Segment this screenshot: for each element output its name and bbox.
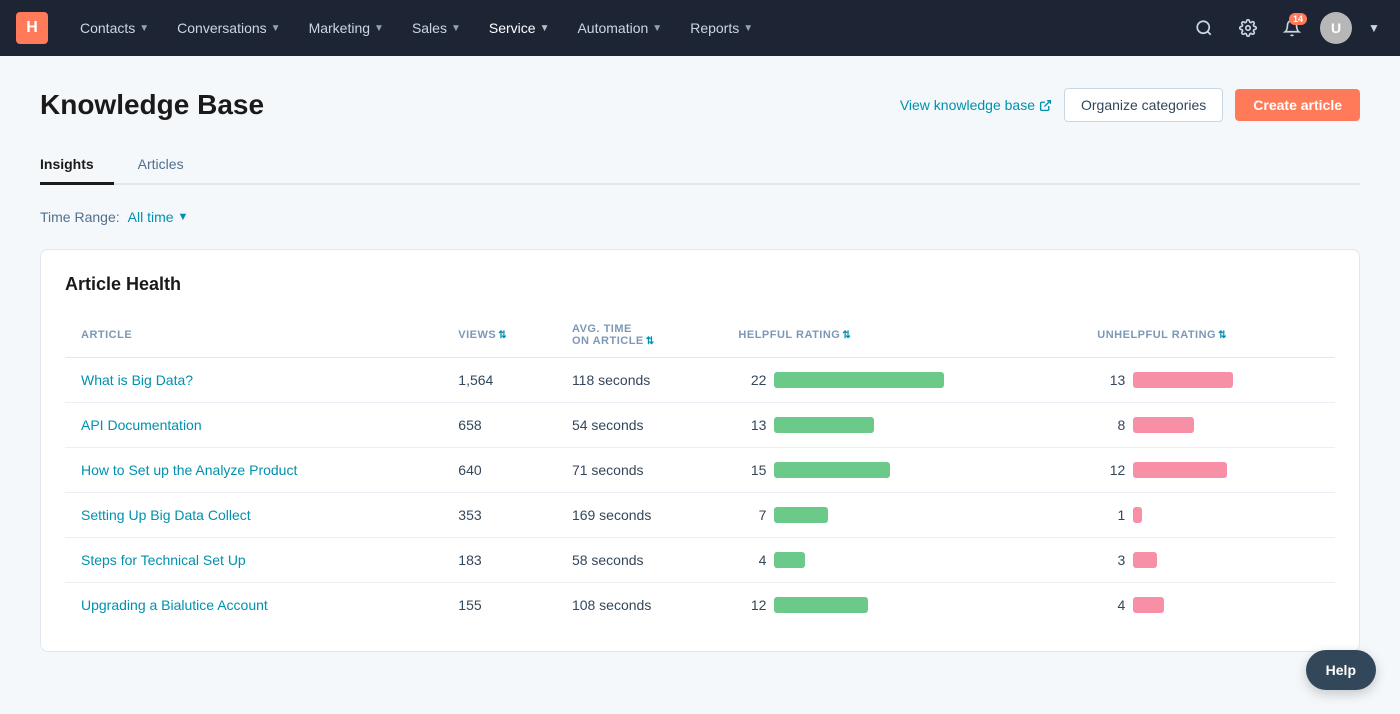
views-cell: 640 [446, 448, 560, 493]
article-link[interactable]: Setting Up Big Data Collect [81, 507, 251, 523]
views-cell: 155 [446, 583, 560, 628]
col-header-helpful-rating[interactable]: HELPFUL RATING⇅ [726, 315, 1085, 358]
notification-badge: 14 [1289, 13, 1307, 25]
article-health-table: ARTICLEVIEWS⇅AVG. TIMEON ARTICLE⇅HELPFUL… [65, 315, 1335, 627]
article-link[interactable]: Upgrading a Bialutice Account [81, 597, 268, 613]
article-link[interactable]: What is Big Data? [81, 372, 193, 388]
topnav-item-sales[interactable]: Sales▼ [400, 14, 473, 42]
views-cell: 658 [446, 403, 560, 448]
avg-time-cell: 169 seconds [560, 493, 726, 538]
sort-icon: ⇅ [842, 330, 851, 341]
topnav: H Contacts▼Conversations▼Marketing▼Sales… [0, 0, 1400, 56]
unhelpful-rating-cell: 13 [1085, 358, 1335, 403]
table-row: Upgrading a Bialutice Account 155108 seco… [65, 583, 1335, 628]
col-header-unhelpful-rating[interactable]: UNHELPFUL RATING⇅ [1085, 315, 1335, 358]
table-row: Setting Up Big Data Collect 353169 second… [65, 493, 1335, 538]
avatar[interactable]: U [1320, 12, 1352, 44]
notifications-icon-btn[interactable]: 14 [1276, 12, 1308, 44]
unhelpful-rating-cell: 1 [1085, 493, 1335, 538]
helpful-rating-cell: 4 [726, 538, 1085, 583]
settings-icon-btn[interactable] [1232, 12, 1264, 44]
table-row: How to Set up the Analyze Product 64071 s… [65, 448, 1335, 493]
helpful-rating-cell: 12 [726, 583, 1085, 628]
sort-icon: ⇅ [498, 330, 507, 341]
time-range-chevron-icon: ▼ [178, 211, 189, 223]
topnav-item-automation[interactable]: Automation▼ [565, 14, 674, 42]
col-header-avg--time-on-article[interactable]: AVG. TIMEON ARTICLE⇅ [560, 315, 726, 358]
chevron-down-icon: ▼ [271, 23, 281, 34]
col-header-views[interactable]: VIEWS⇅ [446, 315, 560, 358]
account-chevron-icon[interactable]: ▼ [1364, 12, 1384, 44]
unhelpful-rating-cell: 8 [1085, 403, 1335, 448]
article-link[interactable]: Steps for Technical Set Up [81, 552, 246, 568]
view-knowledge-base-link[interactable]: View knowledge base [900, 97, 1052, 113]
search-icon-btn[interactable] [1188, 12, 1220, 44]
topnav-item-service[interactable]: Service▼ [477, 14, 562, 42]
table-row: What is Big Data? 1,564118 seconds2213 [65, 358, 1335, 403]
avg-time-cell: 58 seconds [560, 538, 726, 583]
page-header-actions: View knowledge base Organize categories … [900, 88, 1360, 122]
sort-icon: ⇅ [646, 336, 655, 347]
helpful-rating-cell: 13 [726, 403, 1085, 448]
time-range-select[interactable]: All time ▼ [128, 209, 189, 225]
chevron-down-icon: ▼ [451, 23, 461, 34]
nav-items: Contacts▼Conversations▼Marketing▼Sales▼S… [68, 14, 1188, 42]
topnav-item-conversations[interactable]: Conversations▼ [165, 14, 292, 42]
chevron-down-icon: ▼ [139, 23, 149, 34]
unhelpful-rating-cell: 4 [1085, 583, 1335, 628]
chevron-down-icon: ▼ [374, 23, 384, 34]
time-range-row: Time Range: All time ▼ [40, 209, 1360, 225]
table-row: Steps for Technical Set Up 18358 seconds4… [65, 538, 1335, 583]
avg-time-cell: 108 seconds [560, 583, 726, 628]
table-row: API Documentation 65854 seconds138 [65, 403, 1335, 448]
views-cell: 353 [446, 493, 560, 538]
tabs: Insights Articles [40, 146, 1360, 185]
page-header: Knowledge Base View knowledge base Organ… [40, 88, 1360, 122]
tab-articles[interactable]: Articles [138, 146, 204, 185]
topnav-item-reports[interactable]: Reports▼ [678, 14, 765, 42]
col-header-article: ARTICLE [65, 315, 446, 358]
views-cell: 1,564 [446, 358, 560, 403]
avg-time-cell: 118 seconds [560, 358, 726, 403]
page-title: Knowledge Base [40, 89, 264, 121]
hubspot-logo[interactable]: H [16, 12, 48, 44]
article-health-card: Article Health ARTICLEVIEWS⇅AVG. TIMEON … [40, 249, 1360, 652]
time-range-label: Time Range: [40, 209, 120, 225]
helpful-rating-cell: 7 [726, 493, 1085, 538]
sort-icon: ⇅ [1218, 330, 1227, 341]
chevron-down-icon: ▼ [540, 23, 550, 34]
tab-insights[interactable]: Insights [40, 146, 114, 185]
article-health-table-wrap: ARTICLEVIEWS⇅AVG. TIMEON ARTICLE⇅HELPFUL… [65, 315, 1335, 627]
helpful-rating-cell: 15 [726, 448, 1085, 493]
avg-time-cell: 54 seconds [560, 403, 726, 448]
avg-time-cell: 71 seconds [560, 448, 726, 493]
unhelpful-rating-cell: 3 [1085, 538, 1335, 583]
create-article-button[interactable]: Create article [1235, 89, 1360, 121]
page-content: Knowledge Base View knowledge base Organ… [0, 56, 1400, 684]
chevron-down-icon: ▼ [652, 23, 662, 34]
topnav-right: 14 U ▼ [1188, 12, 1384, 44]
helpful-rating-cell: 22 [726, 358, 1085, 403]
article-link[interactable]: How to Set up the Analyze Product [81, 462, 297, 478]
organize-categories-button[interactable]: Organize categories [1064, 88, 1223, 122]
chevron-down-icon: ▼ [743, 23, 753, 34]
article-link[interactable]: API Documentation [81, 417, 202, 433]
topnav-item-contacts[interactable]: Contacts▼ [68, 14, 161, 42]
views-cell: 183 [446, 538, 560, 583]
article-health-title: Article Health [65, 274, 1335, 295]
help-button[interactable]: Help [1306, 650, 1376, 690]
unhelpful-rating-cell: 12 [1085, 448, 1335, 493]
topnav-item-marketing[interactable]: Marketing▼ [297, 14, 396, 42]
